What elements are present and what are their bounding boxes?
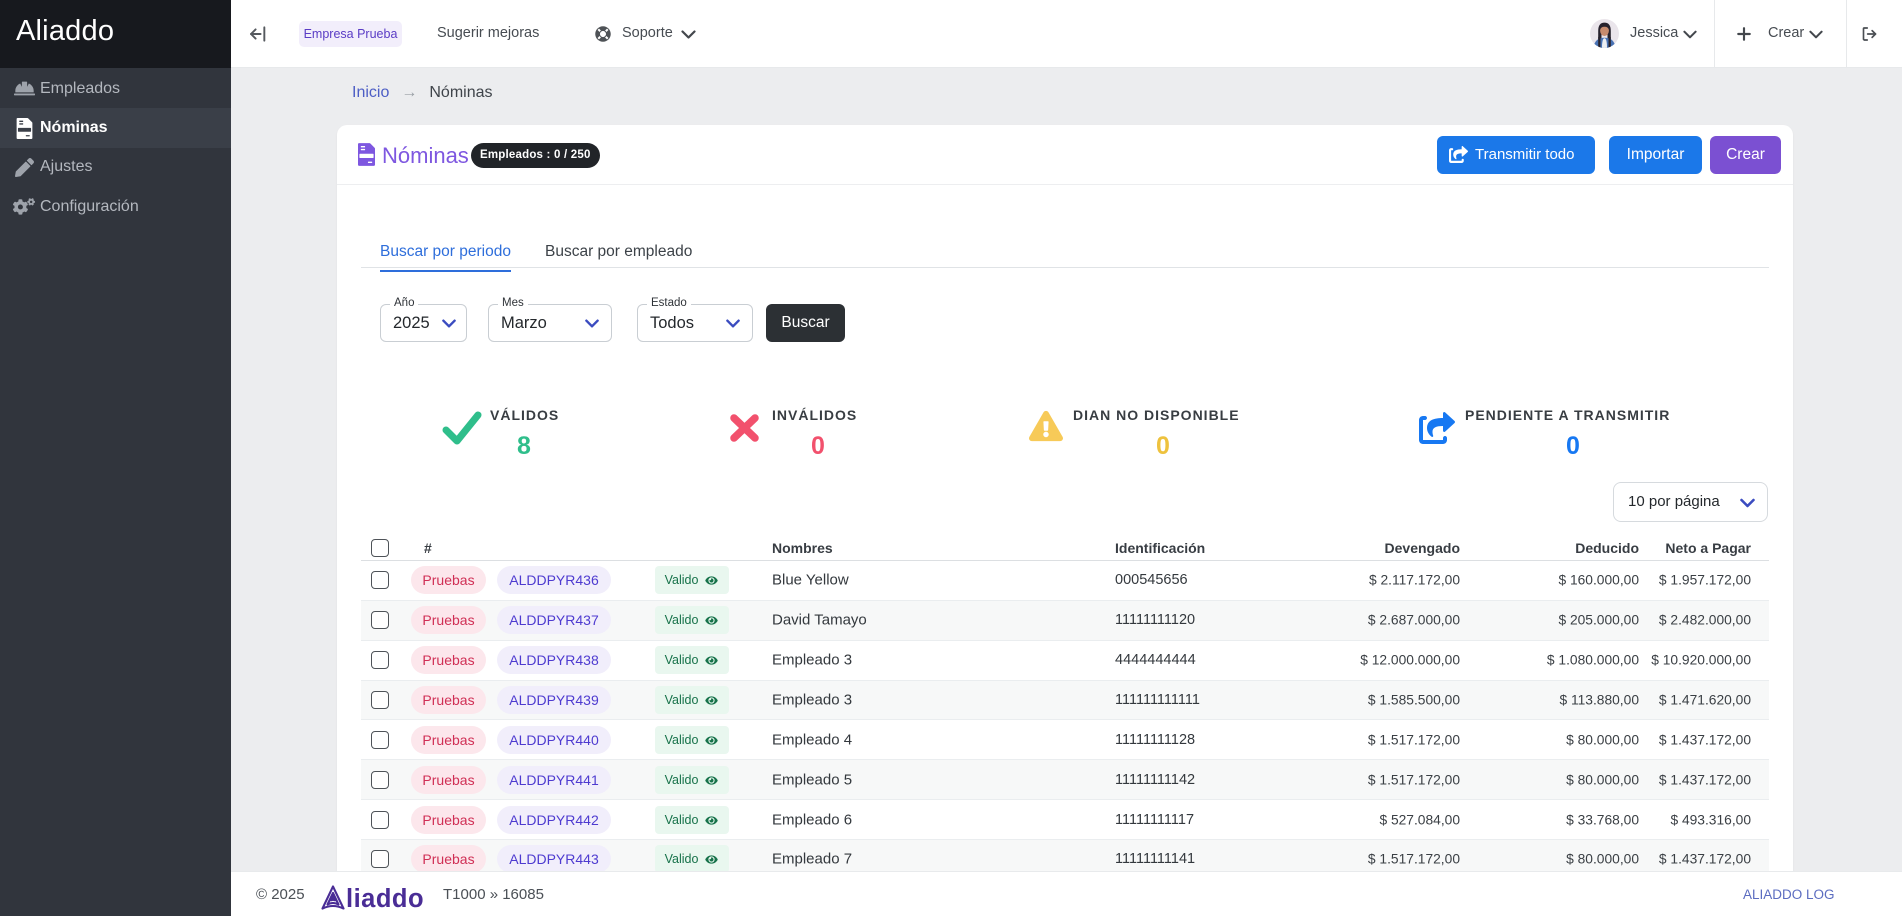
svg-text:liaddo: liaddo: [346, 885, 424, 911]
